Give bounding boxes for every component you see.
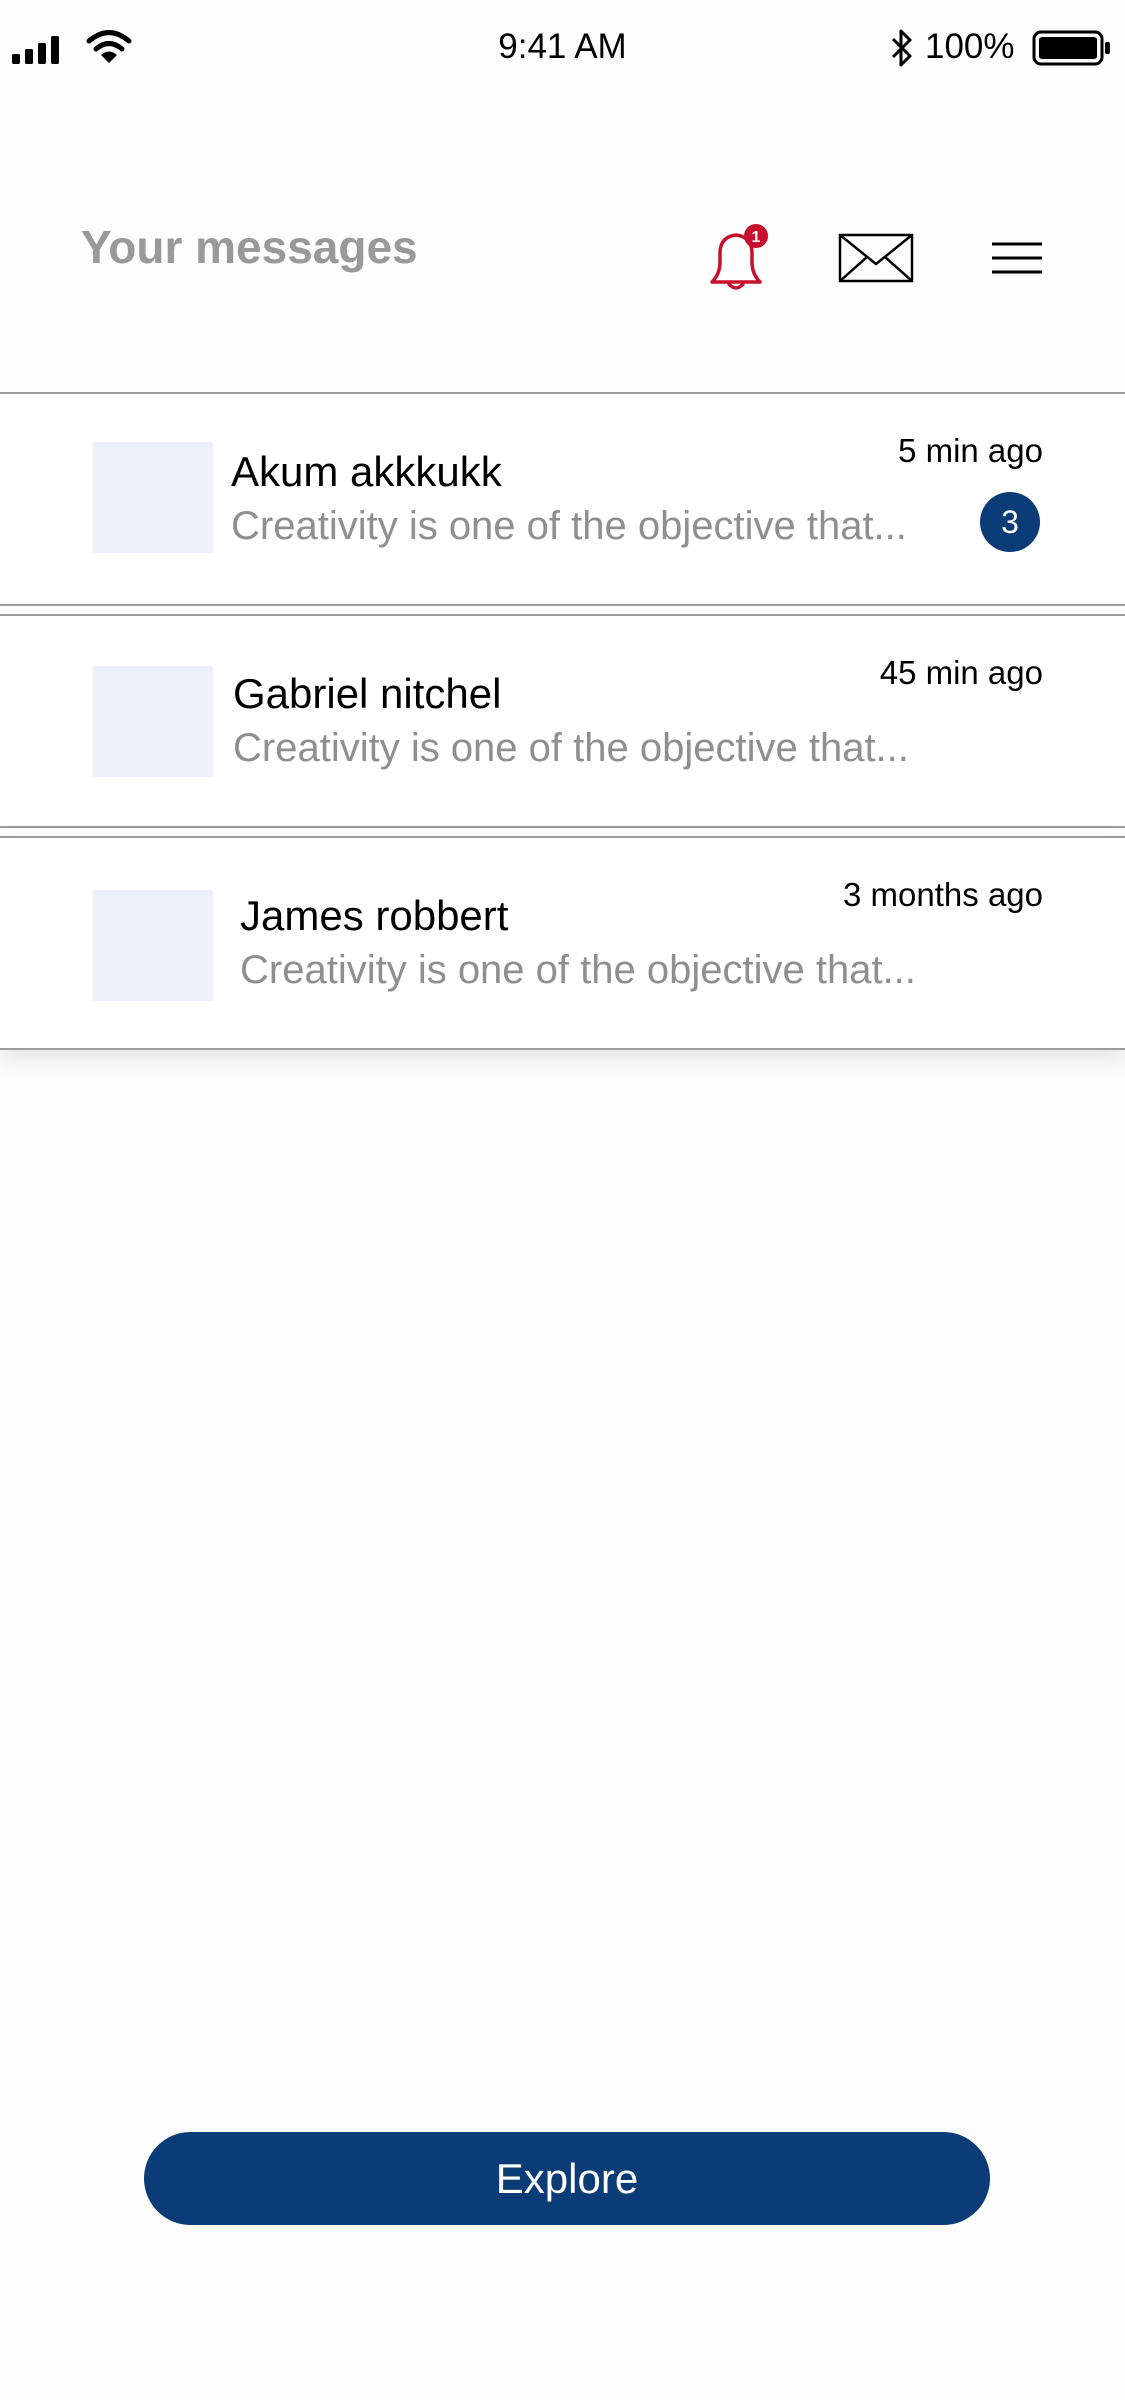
message-preview: Creativity is one of the objective that.… [240, 948, 916, 992]
sender-name: Akum akkkukk [231, 448, 502, 495]
message-preview: Creativity is one of the objective that.… [231, 504, 907, 548]
avatar [93, 890, 213, 1001]
message-row[interactable]: Akum akkkukk Creativity is one of the ob… [0, 392, 1125, 606]
message-time: 45 min ago [879, 654, 1043, 691]
message-row[interactable]: Gabriel nitchel Creativity is one of the… [0, 614, 1125, 828]
avatar [93, 666, 213, 777]
avatar [93, 442, 213, 553]
unread-badge: 3 [980, 492, 1040, 552]
status-bar: 9:41 AM 100% [0, 0, 1125, 96]
battery-icon [1032, 30, 1110, 66]
mail-button[interactable] [836, 230, 916, 286]
bell-icon: 1 [710, 224, 768, 290]
battery-percent: 100% [925, 27, 1015, 66]
notifications-button[interactable]: 1 [700, 222, 772, 294]
hamburger-menu-icon [992, 242, 1042, 274]
explore-button[interactable]: Explore [144, 2132, 990, 2225]
notification-count: 1 [752, 229, 761, 246]
bluetooth-icon [891, 29, 912, 67]
message-preview: Creativity is one of the objective that.… [233, 726, 909, 770]
message-time: 3 months ago [843, 876, 1043, 913]
message-time: 5 min ago [898, 432, 1043, 469]
message-row[interactable]: James robbert Creativity is one of the o… [0, 836, 1125, 1050]
menu-button[interactable] [988, 238, 1046, 278]
page-title: Your messages [81, 221, 418, 273]
mail-icon [838, 233, 914, 283]
sender-name: Gabriel nitchel [233, 670, 502, 717]
sender-name: James robbert [240, 892, 509, 939]
